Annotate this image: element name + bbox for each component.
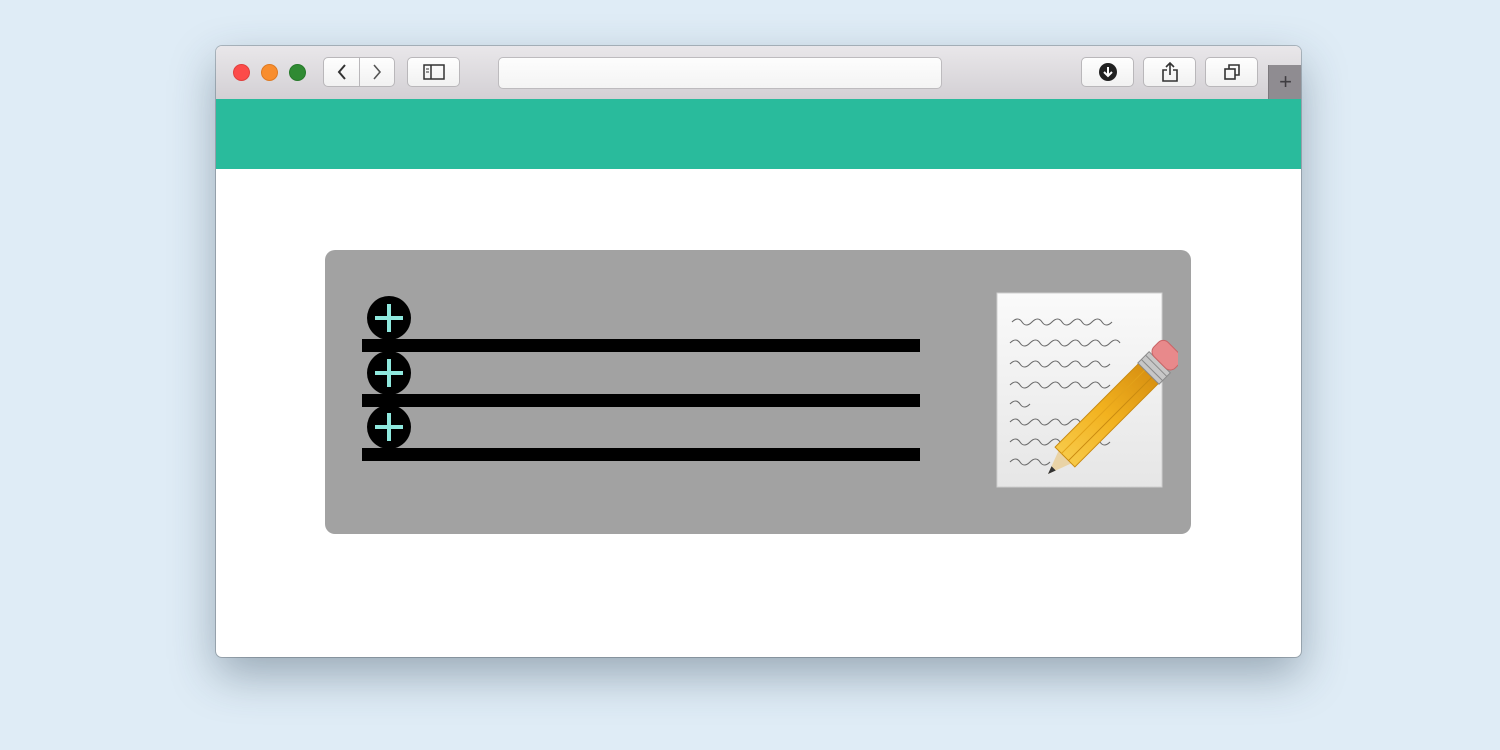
downloads-button[interactable] bbox=[1081, 57, 1134, 87]
list-row-bar bbox=[362, 448, 920, 461]
forward-button[interactable] bbox=[359, 57, 395, 87]
minimize-window-button[interactable] bbox=[261, 64, 278, 81]
address-bar[interactable] bbox=[498, 57, 942, 89]
tab-overview-icon bbox=[1223, 64, 1240, 80]
textedit-pencil-icon bbox=[996, 292, 1178, 488]
close-window-button[interactable] bbox=[233, 64, 250, 81]
list-row-bar bbox=[362, 394, 920, 407]
back-button[interactable] bbox=[323, 57, 360, 87]
plus-circle-icon[interactable] bbox=[367, 405, 411, 449]
download-icon bbox=[1098, 63, 1117, 81]
chevron-right-icon bbox=[373, 64, 382, 80]
sidebar-button[interactable] bbox=[407, 57, 460, 87]
plus-circle-icon[interactable] bbox=[367, 351, 411, 395]
list-row-bar bbox=[362, 339, 920, 352]
tab-overview-button[interactable] bbox=[1205, 57, 1258, 87]
share-button[interactable] bbox=[1143, 57, 1196, 87]
plus-circle-icon[interactable] bbox=[367, 296, 411, 340]
chevron-left-icon bbox=[337, 64, 346, 80]
sidebar-icon bbox=[422, 64, 445, 80]
new-tab-button[interactable]: + bbox=[1268, 65, 1301, 99]
share-icon bbox=[1161, 61, 1178, 82]
page-header bbox=[216, 99, 1301, 169]
browser-toolbar: + bbox=[216, 46, 1301, 100]
zoom-window-button[interactable] bbox=[289, 64, 306, 81]
list-card bbox=[325, 250, 1191, 534]
browser-window: + bbox=[216, 46, 1301, 657]
